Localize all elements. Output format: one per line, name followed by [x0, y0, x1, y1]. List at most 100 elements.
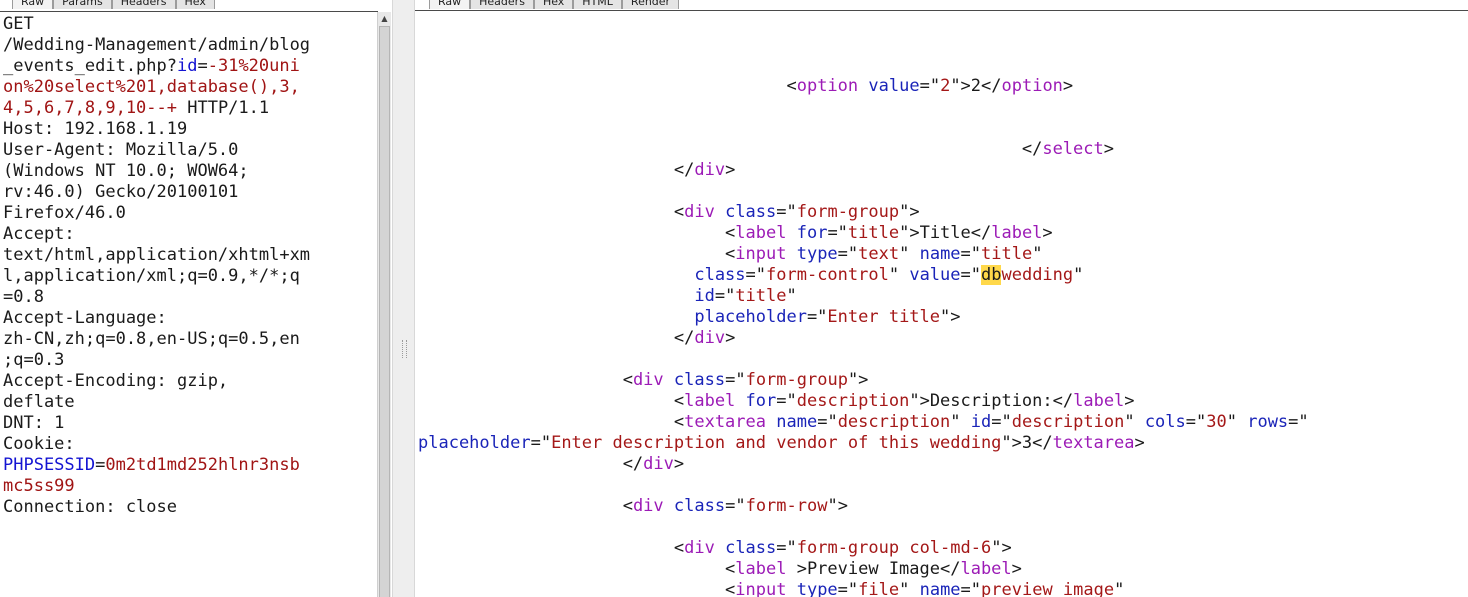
scroll-up-icon[interactable]: ▲ — [378, 12, 391, 25]
code-token: for — [796, 223, 828, 243]
code-token: DNT: 1 — [3, 413, 65, 433]
code-token: zh-CN,zh;q=0.8,en-US;q=0.5,en — [3, 329, 300, 349]
tab-raw[interactable]: Raw — [12, 0, 54, 9]
code-token: type — [796, 580, 838, 597]
code-token: div — [632, 370, 664, 390]
code-token: Accept-Encoding: gzip, — [3, 371, 229, 391]
code-token: " — [1073, 265, 1084, 285]
code-token: /Wedding-Management/admin/blog — [3, 35, 311, 55]
tab-hex[interactable]: Hex — [175, 0, 215, 9]
code-token: type — [796, 244, 838, 264]
code-token: > — [1062, 76, 1074, 96]
code-token: " — [899, 580, 920, 597]
code-token: " — [899, 244, 920, 264]
request-scrollbar[interactable]: ▲ — [377, 12, 391, 597]
code-token: < — [418, 412, 685, 432]
code-token: < — [418, 391, 685, 411]
code-line: <div class="form-group"> — [418, 370, 1468, 391]
divider-grip-icon[interactable] — [402, 340, 407, 358]
code-line: Cookie: — [3, 434, 392, 455]
code-token: 2 — [940, 76, 951, 96]
code-line: ;q=0.3 — [3, 350, 392, 371]
code-line: rv:46.0) Gecko/20100101 — [3, 182, 392, 203]
code-token: class — [725, 538, 777, 558]
code-token: class — [725, 202, 777, 222]
code-token: " — [1032, 244, 1043, 264]
code-token: wedding — [1001, 265, 1074, 285]
code-token: rows — [1247, 412, 1289, 432]
tab-html[interactable]: HTML — [573, 0, 622, 9]
code-token: < — [418, 223, 736, 243]
tab-render[interactable]: Render — [621, 0, 680, 9]
code-token: div — [694, 328, 726, 348]
code-token: =" — [725, 370, 746, 390]
code-token: div — [684, 538, 715, 558]
code-token: < — [418, 496, 633, 516]
code-line: <textarea name="description" id="descrip… — [418, 412, 1468, 433]
code-token: =" — [837, 580, 859, 597]
scrollbar-thumb[interactable] — [379, 26, 390, 597]
code-line: class="form-control" value="dbwedding" — [418, 265, 1468, 286]
split-pane-divider[interactable] — [392, 0, 415, 597]
tab-params[interactable]: Params — [53, 0, 112, 9]
code-token: id — [970, 412, 992, 432]
tab-underline — [0, 11, 378, 12]
code-line: text/html,application/xhtml+xm — [3, 245, 392, 266]
code-token: ">Title</ — [899, 223, 992, 243]
code-line: <input type="file" name="preview_image" — [418, 580, 1468, 597]
code-token: ">2</ — [950, 76, 1002, 96]
code-token: =" — [837, 244, 859, 264]
code-token: title — [981, 244, 1033, 264]
code-token: db — [981, 265, 1002, 285]
response-raw-viewer[interactable]: <option value="2">2</option> </select> <… — [418, 76, 1468, 597]
code-token: preview_image — [981, 580, 1115, 597]
code-token: description — [1011, 412, 1125, 432]
code-token: mc5ss99 — [3, 476, 75, 496]
code-token: " — [1124, 412, 1145, 432]
code-token: form-group — [796, 202, 900, 222]
code-line: placeholder="Enter title"> — [418, 307, 1468, 328]
code-line: /Wedding-Management/admin/blog — [3, 35, 392, 56]
code-token: =" — [714, 286, 736, 306]
code-line: <div class="form-group"> — [418, 202, 1468, 223]
code-token: =" — [1185, 412, 1207, 432]
code-token: label — [684, 391, 736, 411]
code-line: id="title" — [418, 286, 1468, 307]
code-token: = — [197, 56, 208, 76]
code-token: =" — [725, 496, 746, 516]
code-line: User-Agent: Mozilla/5.0 — [3, 140, 392, 161]
code-token: < — [418, 538, 685, 558]
code-token: =" — [960, 244, 982, 264]
tab-hex[interactable]: Hex — [533, 0, 574, 9]
code-token: -31%20uni — [207, 56, 300, 76]
code-token: =" — [806, 307, 828, 327]
code-line: <label >Preview Image</label> — [418, 559, 1468, 580]
request-raw-editor[interactable]: GET/Wedding-Management/admin/blog _events… — [3, 14, 392, 597]
code-token: l,application/xml;q=0.9,*/*;q — [3, 266, 300, 286]
code-token: title — [735, 286, 787, 306]
code-token: =" — [530, 433, 552, 453]
code-token: > — [1042, 223, 1053, 243]
code-token: " — [786, 286, 797, 306]
tab-headers[interactable]: Headers — [470, 0, 534, 9]
code-token: deflate — [3, 392, 75, 412]
tab-raw[interactable]: Raw — [429, 0, 471, 9]
code-token: < — [786, 76, 797, 96]
tab-headers[interactable]: Headers — [111, 0, 176, 9]
code-token: input — [735, 580, 787, 597]
code-token: 30 — [1206, 412, 1227, 432]
code-token: Firefox/46.0 — [3, 203, 126, 223]
code-token: form-row — [745, 496, 828, 516]
code-token: < — [418, 559, 736, 579]
code-token: (Windows NT 10.0; WOW64; — [3, 161, 249, 181]
code-token: id — [694, 286, 715, 306]
